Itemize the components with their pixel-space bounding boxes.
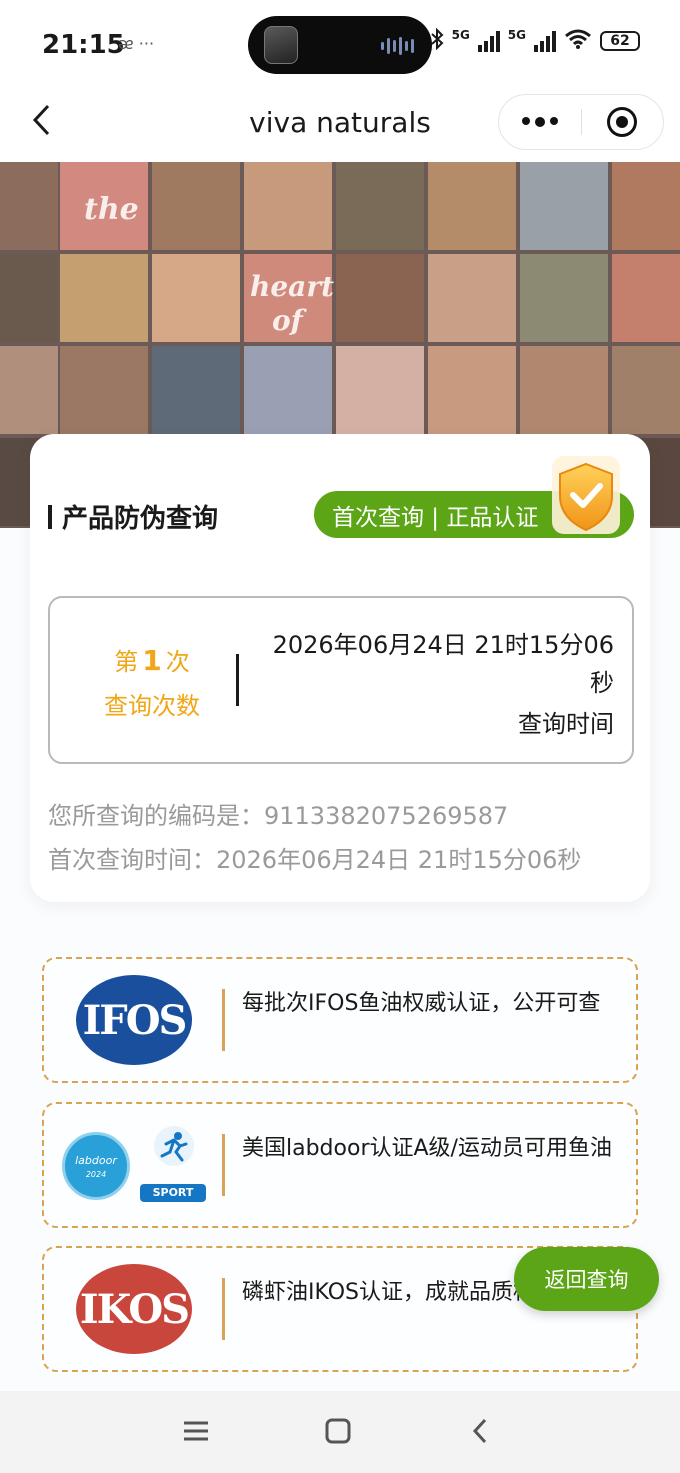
mini-program-capsule: [498, 94, 664, 150]
ifos-logo: IFOS: [76, 975, 192, 1065]
sport-logo: SPORT: [140, 1126, 206, 1202]
title-accent-bar: [48, 504, 52, 529]
cert-text-ifos: 每批次IFOS鱼油权威认证，公开可查: [242, 991, 601, 1016]
audio-wave-icon: [381, 37, 414, 55]
verification-card: 产品防伪查询 首次查询 | 正品认证 第1次 查询次数 2026年06月24日 …: [30, 434, 650, 902]
signal-icon: [477, 30, 500, 52]
labdoor-seal-logo: labdoor 2024: [62, 1132, 130, 1200]
labdoor-logo-text: labdoor: [75, 1153, 117, 1167]
stats-divider: [236, 654, 239, 706]
status-bar: 21:15 ᴂ ··· 5G 5G 62: [0, 0, 680, 88]
more-dots-icon[interactable]: [499, 117, 581, 127]
back-to-query-button[interactable]: 返回查询: [514, 1247, 659, 1311]
home-button[interactable]: [320, 1415, 356, 1451]
cert-divider: [222, 989, 225, 1051]
cert-item-ifos: IFOS 每批次IFOS鱼油权威认证，公开可查: [42, 957, 638, 1083]
query-code-line: 您所查询的编码是：9113382075269587: [48, 802, 509, 830]
battery-icon: 62: [600, 31, 640, 51]
menu-button[interactable]: [178, 1415, 214, 1451]
square-icon: [325, 1418, 351, 1448]
sport-label: SPORT: [140, 1184, 206, 1202]
card-title-text: 产品防伪查询: [62, 504, 219, 534]
runner-icon: [154, 1126, 194, 1166]
count-label: 查询次数: [104, 692, 200, 720]
query-time-label: 查询时间: [518, 710, 614, 738]
query-count: 第1次: [50, 642, 254, 677]
count-value: 1: [142, 644, 162, 677]
ifos-logo-text: IFOS: [82, 996, 188, 1044]
menu-icon: [183, 1420, 209, 1446]
system-nav-bar: [0, 1391, 680, 1473]
banner-word-of: of: [272, 304, 303, 337]
cert-divider: [222, 1278, 225, 1340]
wifi-icon: [564, 28, 592, 54]
system-back-button[interactable]: [462, 1415, 498, 1451]
target-icon: [607, 107, 638, 137]
chevron-left-icon: [472, 1418, 488, 1448]
count-suffix: 次: [165, 648, 190, 676]
nav-bar: viva naturals: [0, 88, 680, 162]
dynamic-island[interactable]: [248, 16, 432, 74]
card-title: 产品防伪查询: [48, 498, 218, 535]
shield-check-icon: [548, 452, 624, 538]
count-prefix: 第: [114, 648, 139, 676]
close-mini-program-button[interactable]: [582, 107, 664, 137]
network-5g-label-2: 5G: [507, 28, 526, 42]
status-extra-icons: ᴂ ···: [118, 34, 155, 53]
cert-text-labdoor: 美国labdoor认证A级/运动员可用鱼油: [242, 1136, 612, 1161]
first-query-time-line: 首次查询时间：2026年06月24日 21时15分06秒: [48, 846, 582, 874]
ikos-logo: IKOS: [76, 1264, 192, 1354]
cert-item-labdoor: labdoor 2024 SPORT 美国labdoor认证A级/运动员可用鱼油: [42, 1102, 638, 1228]
labdoor-logo-year: 2024: [85, 1169, 107, 1179]
banner-word-heart: heart: [250, 270, 334, 303]
network-5g-label: 5G: [451, 28, 470, 42]
query-time-value: 2026年06月24日 21时15分06秒: [272, 631, 614, 697]
ikos-logo-text: IKOS: [79, 1285, 190, 1333]
query-stats-box: 第1次 查询次数 2026年06月24日 21时15分06秒 查询时间: [48, 596, 634, 764]
banner-word-the: the: [84, 192, 139, 227]
cert-divider: [222, 1134, 225, 1196]
media-thumbnail-icon: [264, 26, 298, 64]
bluetooth-icon: [430, 27, 444, 54]
signal-icon-2: [534, 30, 556, 52]
status-right-group: 5G 5G 62: [430, 27, 640, 54]
status-time: 21:15: [42, 30, 125, 60]
